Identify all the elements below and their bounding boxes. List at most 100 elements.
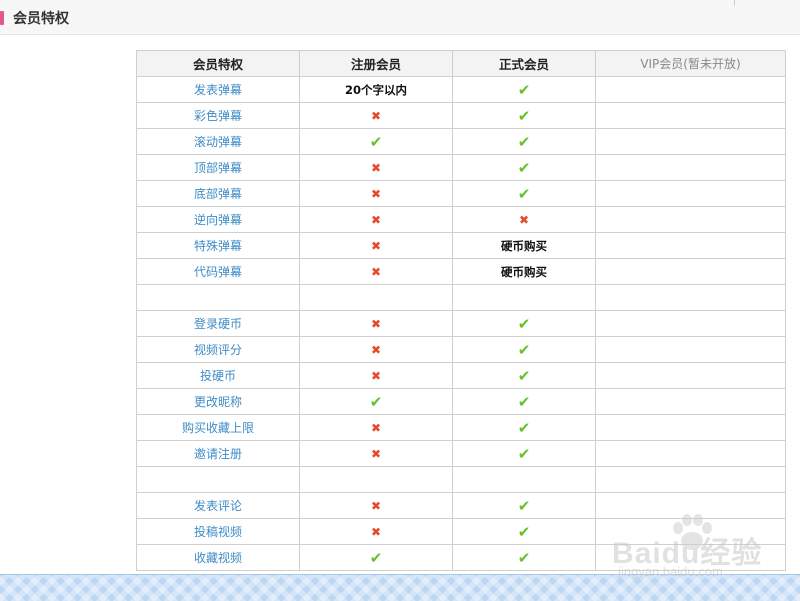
registered-member-value: ✖ [299, 232, 453, 259]
cross-icon: ✖ [370, 108, 382, 123]
table-row: 投硬币 ✖ ✔ [136, 362, 786, 389]
table-row: 顶部弹幕 ✖ ✔ [136, 154, 786, 181]
privilege-name: 特殊弹幕 [136, 232, 300, 259]
check-icon: ✔ [517, 314, 531, 333]
table-row: 特殊弹幕 ✖ 硬币购买 [136, 232, 786, 259]
check-icon: ✔ [517, 496, 531, 515]
vip-member-value [595, 206, 786, 233]
cross-icon: ✖ [370, 316, 382, 331]
cross-icon: ✖ [370, 446, 382, 461]
vip-member-value [595, 180, 786, 207]
check-icon: ✔ [517, 106, 531, 125]
privilege-name: 顶部弹幕 [136, 154, 300, 181]
privilege-name: 收藏视频 [136, 544, 300, 571]
registered-member-value: ✖ [299, 362, 453, 389]
privilege-name: 发表弹幕 [136, 76, 300, 103]
table-row: 登录硬币 ✖ ✔ [136, 310, 786, 337]
vip-member-value [595, 440, 786, 467]
cross-icon: ✖ [370, 368, 382, 383]
cross-icon: ✖ [370, 238, 382, 253]
registered-member-value: ✖ [299, 492, 453, 519]
vip-member-value [595, 544, 786, 571]
registered-member-value: ✖ [299, 154, 453, 181]
check-icon: ✔ [517, 392, 531, 411]
official-member-value: ✔ [452, 492, 596, 519]
official-member-value: ✔ [452, 362, 596, 389]
cross-icon: ✖ [370, 264, 382, 279]
check-icon: ✔ [517, 80, 531, 99]
check-icon: ✔ [517, 184, 531, 203]
check-icon: ✔ [517, 158, 531, 177]
registered-member-value: ✖ [299, 518, 453, 545]
vip-member-value [595, 518, 786, 545]
privilege-name [136, 466, 300, 493]
check-icon: ✔ [517, 522, 531, 541]
official-member-value: 硬币购买 [452, 258, 596, 285]
table-row: 视频评分 ✖ ✔ [136, 336, 786, 363]
vip-member-value [595, 102, 786, 129]
privilege-name: 邀请注册 [136, 440, 300, 467]
official-member-value: ✔ [452, 440, 596, 467]
privilege-name: 滚动弹幕 [136, 128, 300, 155]
official-member-value: ✔ [452, 180, 596, 207]
vip-member-value [595, 336, 786, 363]
vip-member-value [595, 232, 786, 259]
table-row: 收藏视频 ✔ ✔ [136, 544, 786, 571]
official-member-value: ✔ [452, 128, 596, 155]
vip-member-value [595, 414, 786, 441]
registered-member-value: ✔ [299, 544, 453, 571]
table-row: 投稿视频 ✖ ✔ [136, 518, 786, 545]
footer-decorative-band [0, 574, 800, 601]
cross-icon: ✖ [370, 160, 382, 175]
official-member-value: ✔ [452, 414, 596, 441]
privilege-name [136, 284, 300, 311]
membership-privilege-table-wrapper: 会员特权 注册会员 正式会员 VIP会员(暂未开放) 发表弹幕 20个字以内 ✔ 彩色… [136, 50, 786, 571]
registered-member-value: ✖ [299, 206, 453, 233]
cross-icon: ✖ [518, 212, 530, 227]
official-member-value [452, 466, 596, 493]
table-row: 代码弹幕 ✖ 硬币购买 [136, 258, 786, 285]
vip-member-value [595, 466, 786, 493]
registered-member-value: ✖ [299, 440, 453, 467]
official-member-value: ✔ [452, 336, 596, 363]
vip-member-value [595, 128, 786, 155]
column-header-registered: 注册会员 [299, 50, 453, 77]
registered-member-value: ✖ [299, 310, 453, 337]
privilege-name: 登录硬币 [136, 310, 300, 337]
official-member-value: ✔ [452, 518, 596, 545]
official-member-value: ✔ [452, 102, 596, 129]
vip-member-value [595, 258, 786, 285]
vip-member-value [595, 388, 786, 415]
section-title: 会员特权 [13, 11, 69, 27]
cross-icon: ✖ [370, 186, 382, 201]
registered-member-value: ✖ [299, 258, 453, 285]
registered-member-value: ✖ [299, 336, 453, 363]
column-header-privilege: 会员特权 [136, 50, 300, 77]
table-row: 发表弹幕 20个字以内 ✔ [136, 76, 786, 103]
table-row: 逆向弹幕 ✖ ✖ [136, 206, 786, 233]
cross-icon: ✖ [370, 212, 382, 227]
check-icon: ✔ [517, 444, 531, 463]
official-member-value: ✔ [452, 154, 596, 181]
registered-member-value [299, 284, 453, 311]
privilege-name: 视频评分 [136, 336, 300, 363]
registered-member-value: ✖ [299, 414, 453, 441]
vip-member-value [595, 154, 786, 181]
vip-member-value [595, 284, 786, 311]
table-row: 滚动弹幕 ✔ ✔ [136, 128, 786, 155]
check-icon: ✔ [369, 392, 383, 411]
privilege-name: 更改昵称 [136, 388, 300, 415]
official-member-value: 硬币购买 [452, 232, 596, 259]
registered-member-value [299, 466, 453, 493]
privilege-name: 投硬币 [136, 362, 300, 389]
privilege-name: 底部弹幕 [136, 180, 300, 207]
cross-icon: ✖ [370, 498, 382, 513]
privilege-name: 投稿视频 [136, 518, 300, 545]
privilege-name: 发表评论 [136, 492, 300, 519]
registered-member-value: ✖ [299, 180, 453, 207]
official-member-value [452, 284, 596, 311]
official-member-value: ✔ [452, 76, 596, 103]
privilege-name: 代码弹幕 [136, 258, 300, 285]
table-row: 更改昵称 ✔ ✔ [136, 388, 786, 415]
section-header: 会员特权 [0, 0, 800, 35]
